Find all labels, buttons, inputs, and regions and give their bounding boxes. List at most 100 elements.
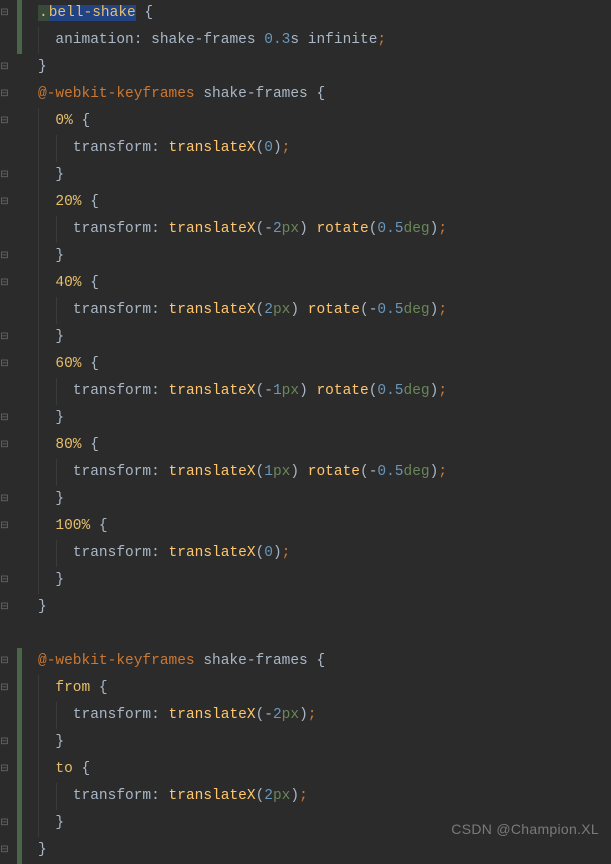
code-line[interactable]: .bell-shake {	[38, 0, 611, 27]
token: }	[55, 410, 64, 426]
code-line[interactable]: }	[38, 405, 611, 432]
code-text: transform: translateX(1px) rotate(-0.5de…	[38, 464, 447, 480]
token: translateX	[169, 302, 256, 318]
token: )	[290, 302, 307, 318]
token: {	[90, 275, 99, 291]
code-line[interactable]: 80% {	[38, 432, 611, 459]
change-bar	[17, 648, 22, 675]
token: deg	[404, 221, 430, 237]
code-line[interactable]: transform: translateX(1px) rotate(-0.5de…	[38, 459, 611, 486]
token: px	[282, 221, 299, 237]
code-line[interactable]: }	[38, 243, 611, 270]
token: ;	[308, 707, 317, 723]
token: {	[136, 5, 153, 21]
token: (-	[360, 302, 377, 318]
fold-marker-icon[interactable]	[0, 171, 9, 180]
fold-marker-icon[interactable]	[0, 738, 9, 747]
token: from	[55, 680, 99, 696]
code-line[interactable]: transform: translateX(-2px) rotate(0.5de…	[38, 216, 611, 243]
token: 2	[273, 221, 282, 237]
code-text: 0% {	[38, 113, 90, 129]
fold-marker-icon[interactable]	[0, 117, 9, 126]
code-line[interactable]: }	[38, 54, 611, 81]
fold-marker-icon[interactable]	[0, 90, 9, 99]
code-text: 100% {	[38, 518, 108, 534]
code-line[interactable]: }	[38, 324, 611, 351]
code-text: 40% {	[38, 275, 99, 291]
code-line[interactable]: }	[38, 162, 611, 189]
fold-marker-icon[interactable]	[0, 522, 9, 531]
code-text: }	[38, 491, 64, 507]
code-line[interactable]: transform: translateX(0);	[38, 540, 611, 567]
code-line[interactable]: from {	[38, 675, 611, 702]
token: )	[299, 221, 316, 237]
token: :	[151, 788, 168, 804]
token: translateX	[169, 140, 256, 156]
token: }	[55, 329, 64, 345]
code-line[interactable]: 40% {	[38, 270, 611, 297]
fold-marker-icon[interactable]	[0, 333, 9, 342]
token: }	[38, 599, 47, 615]
code-line[interactable]: 100% {	[38, 513, 611, 540]
code-line[interactable]: }	[38, 594, 611, 621]
change-bar	[17, 675, 22, 702]
code-line[interactable]: @-webkit-keyframes shake-frames {	[38, 648, 611, 675]
fold-marker-icon[interactable]	[0, 252, 9, 261]
fold-marker-icon[interactable]	[0, 576, 9, 585]
code-line[interactable]: 60% {	[38, 351, 611, 378]
change-bar	[17, 729, 22, 756]
code-line[interactable]: transform: translateX(2px);	[38, 783, 611, 810]
code-text: transform: translateX(2px);	[38, 788, 308, 804]
code-line[interactable]: @-webkit-keyframes shake-frames {	[38, 81, 611, 108]
code-line[interactable]: to {	[38, 756, 611, 783]
fold-marker-icon[interactable]	[0, 441, 9, 450]
token: }	[38, 59, 47, 75]
token: )	[290, 464, 307, 480]
token: 0.5	[377, 464, 403, 480]
fold-marker-icon[interactable]	[0, 765, 9, 774]
token: .	[38, 5, 49, 21]
token: }	[55, 572, 64, 588]
fold-marker-icon[interactable]	[0, 279, 9, 288]
code-text: transform: translateX(-2px) rotate(0.5de…	[38, 221, 447, 237]
code-line[interactable]: transform: translateX(2px) rotate(-0.5de…	[38, 297, 611, 324]
code-line[interactable]: }	[38, 486, 611, 513]
code-text: }	[38, 329, 64, 345]
code-line[interactable]: transform: translateX(-1px) rotate(0.5de…	[38, 378, 611, 405]
fold-marker-icon[interactable]	[0, 198, 9, 207]
change-bar	[17, 783, 22, 810]
fold-marker-icon[interactable]	[0, 360, 9, 369]
code-line[interactable]: }	[38, 729, 611, 756]
token: )	[273, 140, 282, 156]
token: {	[316, 653, 325, 669]
fold-marker-icon[interactable]	[0, 819, 9, 828]
code-line[interactable]: animation: shake-frames 0.3s infinite;	[38, 27, 611, 54]
code-text: transform: translateX(2px) rotate(-0.5de…	[38, 302, 447, 318]
fold-marker-icon[interactable]	[0, 603, 9, 612]
token: transform	[73, 140, 151, 156]
code-text: }	[38, 572, 64, 588]
fold-marker-icon[interactable]	[0, 414, 9, 423]
code-line[interactable]: 20% {	[38, 189, 611, 216]
token: translateX	[169, 788, 256, 804]
token: ;	[438, 383, 447, 399]
token: deg	[404, 383, 430, 399]
code-editor[interactable]: .bell-shake { animation: shake-frames 0.…	[38, 0, 611, 851]
token: :	[151, 464, 168, 480]
code-line[interactable]: }	[38, 567, 611, 594]
token: {	[90, 356, 99, 372]
code-line[interactable]: transform: translateX(0);	[38, 135, 611, 162]
fold-marker-icon[interactable]	[0, 657, 9, 666]
fold-marker-icon[interactable]	[0, 684, 9, 693]
code-text: transform: translateX(-1px) rotate(0.5de…	[38, 383, 447, 399]
token: translateX	[169, 221, 256, 237]
token: transform	[73, 383, 151, 399]
fold-marker-icon[interactable]	[0, 9, 9, 18]
code-text: transform: translateX(-2px);	[38, 707, 316, 723]
change-bar	[17, 0, 22, 27]
code-line[interactable]	[38, 621, 611, 648]
code-line[interactable]: 0% {	[38, 108, 611, 135]
code-line[interactable]: transform: translateX(-2px);	[38, 702, 611, 729]
fold-marker-icon[interactable]	[0, 63, 9, 72]
fold-marker-icon[interactable]	[0, 495, 9, 504]
